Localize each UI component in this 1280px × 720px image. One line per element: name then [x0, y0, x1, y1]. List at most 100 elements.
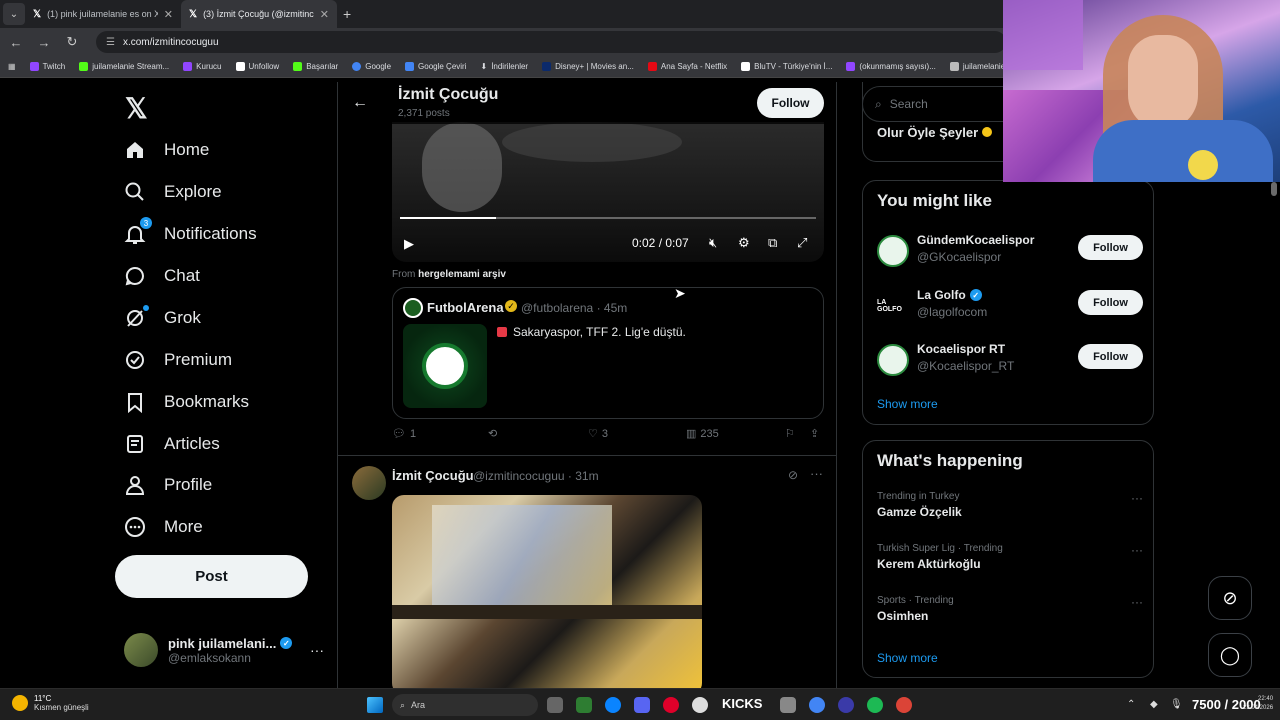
tray-app-icon[interactable]: ◆	[1150, 699, 1158, 710]
sidebar-item-premium[interactable]: Premium	[124, 340, 232, 380]
bookmark-item[interactable]: Ana Sayfa - Netflix	[647, 62, 727, 71]
browser-tab-2[interactable]: 𝕏 (3) İzmit Çocuğu (@izmitincocu ✕	[181, 0, 337, 28]
play-icon[interactable]: ▶	[404, 236, 414, 252]
quote-image[interactable]	[403, 324, 487, 408]
new-tab-button[interactable]: +	[343, 6, 351, 22]
taskbar-search-input[interactable]: ⌕ Ara	[392, 694, 538, 716]
quote-author-name[interactable]: FutbolArena	[427, 300, 504, 315]
account-switcher[interactable]: pink juilamelani... ✓ @emlaksokann ···	[124, 630, 324, 670]
sidebar-item-articles[interactable]: Articles	[124, 424, 220, 464]
page-scrollbar[interactable]	[1271, 182, 1277, 196]
edge-icon[interactable]	[605, 697, 621, 713]
sidebar-item-home[interactable]: Home	[124, 130, 209, 170]
sidebar-item-notifications[interactable]: 3 Notifications	[124, 214, 257, 254]
discord-icon[interactable]	[634, 697, 650, 713]
bookmark-item[interactable]: ⬇ İndirilenler	[480, 62, 528, 71]
follow-button[interactable]: Follow	[1078, 235, 1143, 260]
x-logo-icon[interactable]: 𝕏	[125, 92, 148, 125]
follow-button[interactable]: Follow	[757, 88, 824, 118]
sidebar-item-profile[interactable]: Profile	[124, 465, 212, 505]
chrome-icon[interactable]	[809, 697, 825, 713]
video-progress-bar[interactable]	[400, 217, 816, 219]
post-media[interactable]	[392, 495, 702, 688]
trend-name[interactable]: Olur Öyle Şeyler	[877, 125, 993, 140]
settings-gear-icon[interactable]: ⚙	[738, 235, 750, 251]
clock[interactable]: 22:40 23.04.2026	[1243, 695, 1273, 713]
bookmark-button[interactable]: ⚐	[785, 427, 795, 440]
trend-item[interactable]: Trending in Turkey Gamze Özçelik ···	[877, 491, 1143, 527]
grok-fab-button[interactable]: ⊘	[1208, 576, 1252, 620]
weather-widget[interactable]: 11°C Kısmen güneşli	[12, 694, 89, 712]
suggested-account[interactable]: Kocaelispor RT @Kocaelispor_RT Follow	[877, 342, 1143, 382]
sidebar-item-more[interactable]: More	[124, 507, 203, 547]
picture-in-picture-icon[interactable]: ⧉	[768, 235, 777, 251]
app-icon[interactable]	[692, 697, 708, 713]
show-more-link[interactable]: Show more	[877, 397, 938, 411]
chevron-up-icon[interactable]: ⌃	[1127, 699, 1135, 710]
video-player[interactable]: ▶ 0:02 / 0:07 🔇︎ ⚙ ⧉ ⤢	[392, 122, 824, 262]
apps-grid-icon[interactable]: ▦	[8, 62, 16, 71]
app-icon[interactable]	[780, 697, 796, 713]
video-source-link[interactable]: hergelemami arşiv	[418, 269, 506, 280]
post-button[interactable]: Post	[115, 555, 308, 598]
repost-button[interactable]: ⟲	[488, 427, 497, 440]
reload-button[interactable]: ↻	[64, 34, 80, 50]
opera-icon[interactable]	[663, 697, 679, 713]
sidebar-item-explore[interactable]: Explore	[124, 172, 222, 212]
views-button[interactable]: ▥ 235	[686, 427, 719, 441]
spotify-icon[interactable]	[867, 697, 883, 713]
sidebar-item-grok[interactable]: Grok	[124, 298, 201, 338]
show-more-link[interactable]: Show more	[877, 651, 938, 665]
close-icon[interactable]: ✕	[164, 8, 173, 21]
url-input[interactable]: ☰ x.com/izmitincocuguu	[96, 31, 1006, 53]
follow-button[interactable]: Follow	[1078, 290, 1143, 315]
app-icon[interactable]	[576, 697, 592, 713]
quoted-post[interactable]: FutbolArena ✓ @futbolarena · 45m Sakarya…	[392, 287, 824, 419]
fullscreen-icon[interactable]: ⤢	[797, 235, 807, 251]
site-info-icon[interactable]: ☰	[106, 37, 115, 48]
forward-button[interactable]: →	[36, 35, 52, 50]
bookmark-item[interactable]: Google Çeviri	[405, 62, 466, 71]
trend-item[interactable]: Turkish Super Lig · Trending Kerem Aktür…	[877, 543, 1143, 579]
reply-button[interactable]: 💬︎ 1	[392, 427, 416, 441]
more-options-icon[interactable]: ···	[310, 642, 324, 658]
more-options-icon[interactable]: ···	[1131, 595, 1143, 609]
post-author-name[interactable]: İzmit Çocuğu	[392, 468, 474, 483]
bookmark-item[interactable]: Twitch	[29, 62, 65, 71]
avatar[interactable]	[352, 466, 386, 500]
bookmark-item[interactable]: Google	[352, 62, 391, 71]
suggested-account[interactable]: GündemKocaelispor @GKocaelispor Follow	[877, 233, 1143, 273]
like-button[interactable]: ♡ 3	[588, 427, 608, 441]
back-arrow-icon[interactable]: ←	[352, 94, 368, 112]
more-options-icon[interactable]: ···	[1131, 491, 1143, 505]
share-button[interactable]: ⇪	[810, 427, 819, 440]
tab-title: (3) İzmit Çocuğu (@izmitincocu	[203, 9, 314, 19]
mute-icon[interactable]: 🔇︎	[709, 235, 717, 251]
windows-start-icon[interactable]	[367, 697, 383, 713]
bookmark-item[interactable]: juilamelanie Stream...	[79, 62, 169, 71]
bookmark-item[interactable]: Unfollow	[235, 62, 279, 71]
sidebar-item-chat[interactable]: Chat	[124, 256, 200, 296]
back-button[interactable]: ←	[8, 35, 24, 50]
chat-fab-button[interactable]: ◯	[1208, 633, 1252, 677]
more-options-icon[interactable]: ···	[1131, 543, 1143, 557]
sidebar-item-bookmarks[interactable]: Bookmarks	[124, 382, 249, 422]
bookmark-item[interactable]: Kurucu	[183, 62, 222, 71]
bookmark-item[interactable]: (okunmamış sayısı)...	[846, 62, 936, 71]
bookmark-item[interactable]: Disney+ | Movies an...	[542, 62, 634, 71]
follow-button[interactable]: Follow	[1078, 344, 1143, 369]
trend-item[interactable]: Sports · Trending Osimhen ···	[877, 595, 1143, 631]
grok-icon[interactable]: ⊘	[788, 468, 798, 482]
microphone-icon[interactable]: 🎙︎	[1170, 699, 1183, 710]
kick-app-icon[interactable]: KICKS	[722, 696, 762, 711]
tab-search-button[interactable]: ⌄	[3, 3, 25, 25]
bookmark-item[interactable]: BluTV - Türkiye'nin İ...	[741, 62, 832, 71]
suggested-account[interactable]: LA GOLFO La Golfo ✓ @lagolfocom Follow	[877, 288, 1143, 328]
browser-tab-1[interactable]: 𝕏 (1) pink juilamelanie es on X: "K ✕	[25, 0, 181, 28]
chrome-icon[interactable]	[896, 697, 912, 713]
bookmark-item[interactable]: Başarılar	[293, 62, 338, 71]
more-options-icon[interactable]: ···	[810, 466, 823, 481]
task-view-icon[interactable]	[547, 697, 563, 713]
app-icon[interactable]	[838, 697, 854, 713]
close-icon[interactable]: ✕	[320, 8, 329, 21]
